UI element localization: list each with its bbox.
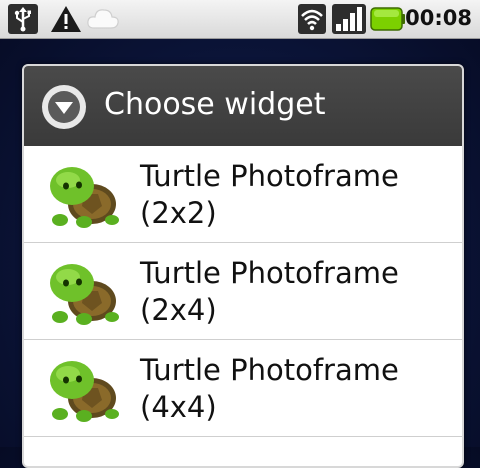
cloud-icon xyxy=(87,9,119,29)
wifi-icon xyxy=(298,4,326,34)
widget-item-2x2[interactable]: Turtle Photoframe (2x2) xyxy=(24,146,462,243)
widget-item-2x4[interactable]: Turtle Photoframe (2x4) xyxy=(24,243,462,340)
status-clock: 00:08 xyxy=(405,6,472,30)
widget-item-label: Turtle Photoframe (2x4) xyxy=(140,256,399,327)
turtle-icon xyxy=(50,167,119,228)
widget-item-label: Turtle Photoframe (4x4) xyxy=(140,353,399,424)
usb-icon xyxy=(8,4,38,34)
widget-item-4x4[interactable]: Turtle Photoframe (4x4) xyxy=(24,340,462,437)
turtle-icon xyxy=(50,264,119,325)
signal-icon xyxy=(332,4,366,34)
dialog-title: Choose widget xyxy=(104,87,326,122)
status-bar: 00:08 xyxy=(0,0,480,39)
battery-icon xyxy=(370,7,405,31)
choose-widget-dialog: Choose widget Turtle Photoframe (2x2) Tu… xyxy=(22,64,464,468)
chevron-down-circle-icon xyxy=(42,85,86,129)
warning-icon xyxy=(51,6,81,32)
widget-item-label: Turtle Photoframe (2x2) xyxy=(140,159,399,230)
turtle-icon xyxy=(50,361,119,422)
dialog-title-bar: Choose widget xyxy=(24,66,462,146)
